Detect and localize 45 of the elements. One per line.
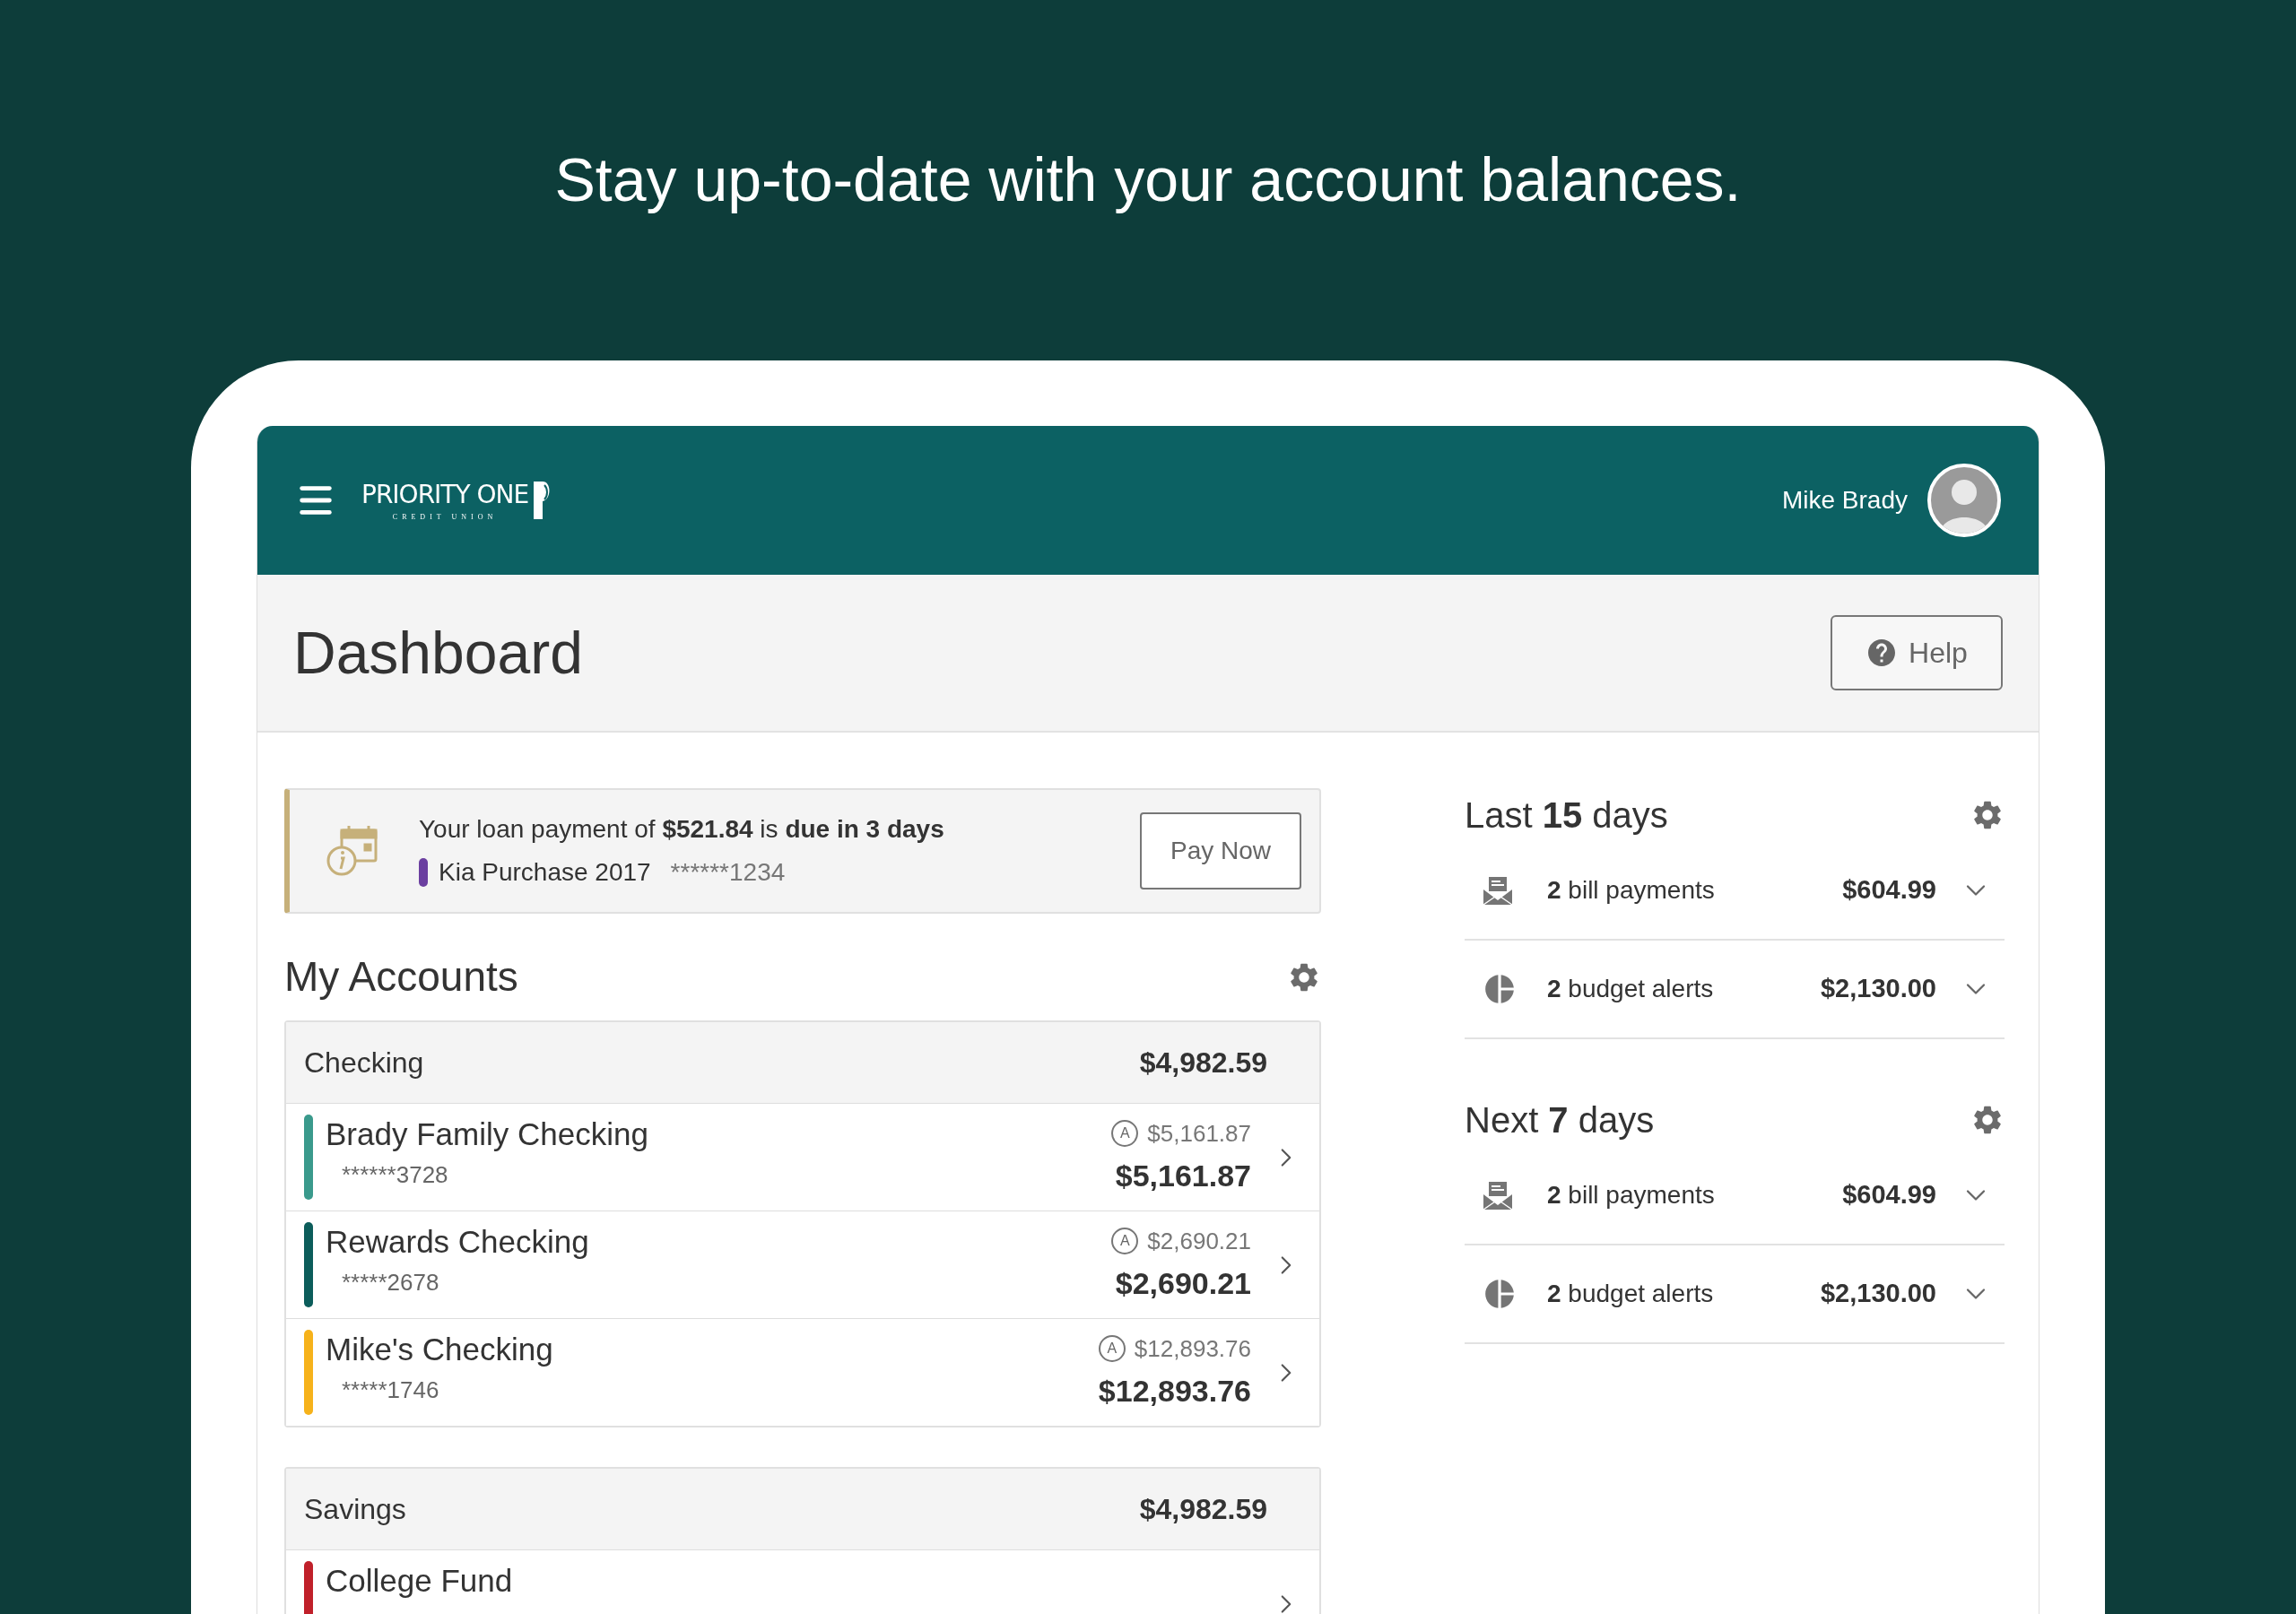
summary-title: Last 15 days (1465, 794, 1668, 837)
alert-message: Your loan payment of $521.84 is due in 3 days (419, 814, 945, 845)
pie-chart-icon (1483, 972, 1517, 1006)
account-name[interactable]: College Fund (326, 1561, 1251, 1601)
summary-label: 2 budget alerts (1547, 1279, 1715, 1309)
group-name: Checking (304, 1046, 424, 1080)
account-number: *****2678 (342, 1268, 440, 1297)
account-number: ******3728 (342, 1160, 449, 1190)
loan-name: Kia Purchase 2017 (439, 857, 651, 888)
summary-label: 2 bill payments (1547, 875, 1716, 906)
account-balance: $2,690.21 (1115, 1264, 1251, 1302)
page-title: Dashboard (293, 618, 584, 688)
summary-amount: $604.99 (1842, 1179, 1936, 1211)
account-balance: $12,893.76 (1098, 1372, 1251, 1410)
summary-label: 2 bill payments (1547, 1180, 1716, 1210)
account-name[interactable]: Rewards Checking (326, 1222, 1112, 1262)
logo-wordmark: PRIORITY ONE (361, 480, 529, 510)
envelope-icon (1483, 1180, 1513, 1210)
available-balance: $2,690.21 (1147, 1226, 1251, 1256)
pie-chart-icon (1483, 1277, 1517, 1311)
summary-amount: $604.99 (1842, 874, 1936, 907)
envelope-icon (1483, 875, 1513, 906)
section-title: My Accounts (284, 952, 518, 1002)
headline: Stay up-to-date with your account balances. (554, 144, 1742, 215)
group-total: $4,982.59 (1139, 1046, 1267, 1080)
account-name[interactable]: Brady Family Checking (326, 1115, 1112, 1154)
account-name[interactable]: Mike's Checking (326, 1330, 1099, 1369)
available-balance: $12,893.76 (1134, 1333, 1251, 1364)
summary-label: 2 budget alerts (1547, 974, 1715, 1004)
account-number: *****1746 (342, 1375, 440, 1405)
logo-subtitle: CREDIT UNION (392, 514, 498, 521)
group-name: Savings (304, 1492, 406, 1527)
group-total: $4,982.59 (1139, 1492, 1267, 1527)
pay-now-button[interactable]: Pay Now (1140, 812, 1301, 889)
available-balance: $5,161.87 (1147, 1118, 1251, 1149)
summary-title: Next 7 days (1465, 1099, 1655, 1141)
available-balance-icon: A (1098, 1335, 1126, 1362)
available-balance-icon: A (1111, 1120, 1139, 1147)
account-balance: $5,161.87 (1115, 1157, 1251, 1194)
available-balance-icon: A (1111, 1228, 1139, 1254)
help-button[interactable]: Help (1831, 615, 2003, 690)
summary-amount: $2,130.00 (1821, 973, 1936, 1005)
loan-number: ******1234 (670, 857, 786, 888)
summary-amount: $2,130.00 (1821, 1278, 1936, 1310)
user-name[interactable]: Mike Brady (1781, 482, 1908, 519)
